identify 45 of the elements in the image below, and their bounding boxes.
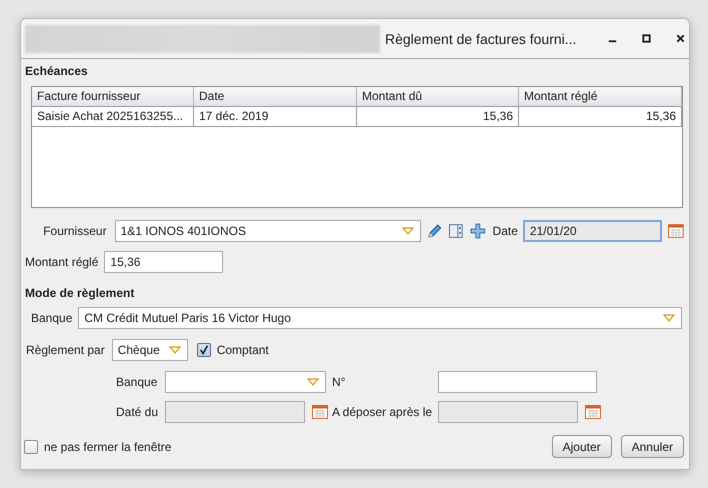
checkbox-label: ne pas fermer la fenêtre bbox=[44, 440, 172, 454]
checkbox[interactable] bbox=[196, 343, 211, 357]
checkbox-label: Comptant bbox=[216, 343, 269, 357]
payment-method-dropdown[interactable]: Chèque bbox=[112, 339, 188, 361]
supplier-dropdown[interactable]: 1&1 IONOS 401IONOS bbox=[114, 220, 421, 242]
column-header[interactable]: Facture fournisseur bbox=[32, 87, 194, 107]
field-label: Règlement par bbox=[26, 343, 105, 357]
field-label: Montant réglé bbox=[25, 255, 98, 269]
bank-dropdown[interactable] bbox=[165, 371, 326, 393]
plus-icon[interactable] bbox=[470, 223, 486, 239]
table-cell: 15,36 bbox=[519, 107, 682, 127]
field-label: N° bbox=[332, 375, 346, 389]
number-field[interactable] bbox=[438, 371, 597, 393]
dialog-button[interactable]: Annuler bbox=[620, 435, 684, 458]
panel-icon[interactable] bbox=[448, 223, 464, 239]
column-header[interactable]: Montant dû bbox=[357, 87, 519, 107]
caret-icon bbox=[307, 378, 319, 386]
field-label: Fournisseur bbox=[42, 224, 107, 238]
field-label: Banque bbox=[116, 375, 158, 389]
section-title: Echéances bbox=[25, 63, 89, 80]
checkbox[interactable] bbox=[24, 440, 38, 454]
table-cell: Saisie Achat 2025163255... bbox=[32, 107, 194, 127]
pencil-icon[interactable] bbox=[426, 223, 442, 239]
calendar-icon[interactable] bbox=[312, 405, 328, 419]
table-cell: 15,36 bbox=[357, 107, 519, 127]
field-label: Date bbox=[492, 224, 518, 238]
amount-field[interactable]: 15,36 bbox=[104, 251, 224, 273]
window-title: Règlement de factures fourni... bbox=[385, 30, 578, 46]
caret-icon bbox=[168, 346, 181, 354]
field-label: Daté du bbox=[116, 405, 160, 419]
calendar-icon[interactable] bbox=[668, 224, 684, 238]
dialog-button[interactable]: Ajouter bbox=[552, 435, 612, 458]
bank-dropdown[interactable]: CM Crédit Mutuel Paris 16 Victor Hugo bbox=[78, 307, 682, 329]
date-field[interactable]: 21/01/20 bbox=[522, 220, 662, 242]
caret-icon bbox=[663, 314, 676, 322]
maximize-icon[interactable] bbox=[641, 33, 652, 44]
calendar-icon[interactable] bbox=[585, 405, 601, 419]
field-label: Banque bbox=[31, 311, 72, 325]
column-header[interactable]: Montant réglé bbox=[519, 87, 682, 107]
close-icon[interactable] bbox=[675, 33, 686, 44]
field-label: A déposer après le bbox=[332, 405, 434, 419]
section-title: Mode de règlement bbox=[25, 285, 136, 302]
table-cell: 17 déc. 2019 bbox=[194, 107, 357, 127]
caret-icon bbox=[402, 227, 414, 235]
column-header[interactable]: Date bbox=[194, 87, 357, 107]
